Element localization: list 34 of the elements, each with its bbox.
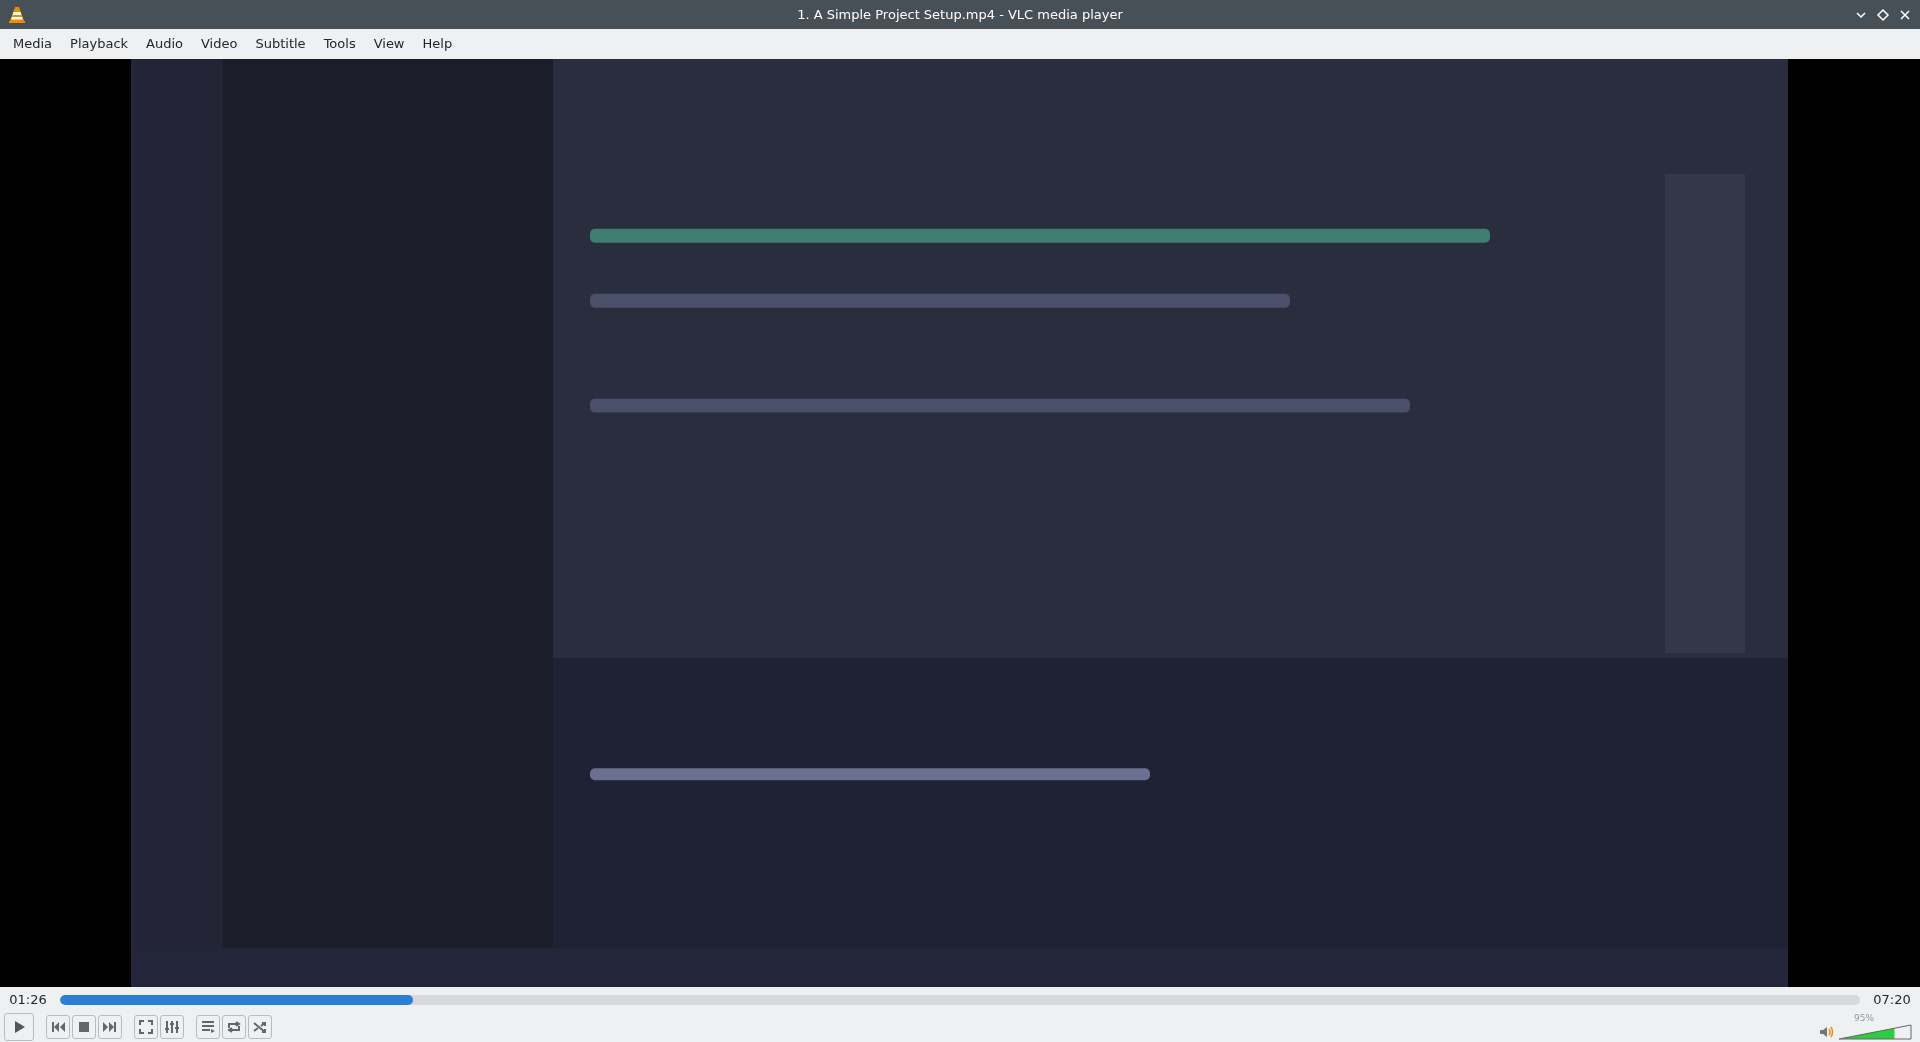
stop-button[interactable] <box>72 1015 96 1039</box>
shuffle-icon <box>252 1019 268 1035</box>
menu-item[interactable]: Playback <box>61 34 138 54</box>
menu-item[interactable]: Subtitle <box>246 34 315 54</box>
menu-item[interactable]: Video <box>192 34 247 54</box>
stop-icon <box>76 1019 92 1035</box>
shuffle-button[interactable] <box>248 1015 272 1039</box>
total-time: 07:20 <box>1872 990 1912 1009</box>
playlist-button[interactable] <box>196 1015 220 1039</box>
loop-icon <box>226 1019 242 1035</box>
playlist-icon <box>200 1019 216 1035</box>
volume-reading: 95% <box>1854 1014 1874 1023</box>
close-icon[interactable] <box>1898 7 1912 22</box>
menu-item[interactable]: Media <box>4 34 62 54</box>
previous-icon <box>50 1019 66 1035</box>
window-title: 1. A Simple Project Setup.mp4 - VLC media player <box>796 5 1124 24</box>
fullscreen-button[interactable] <box>134 1015 158 1039</box>
menu-item[interactable]: Audio <box>137 34 192 54</box>
seek-bar[interactable] <box>60 994 1860 1005</box>
loop-button[interactable] <box>222 1015 246 1039</box>
speaker-icon[interactable] <box>1818 1024 1834 1040</box>
play-button[interactable] <box>4 1013 34 1041</box>
menu-item[interactable]: Tools <box>314 34 365 54</box>
next-icon <box>102 1019 118 1035</box>
next-button[interactable] <box>98 1015 122 1039</box>
equalizer-icon <box>164 1019 180 1035</box>
cone-icon <box>8 5 26 24</box>
elapsed-time: 01:26 <box>8 990 48 1009</box>
maximize-icon[interactable] <box>1876 7 1890 22</box>
equalizer-button[interactable] <box>160 1015 184 1039</box>
previous-button[interactable] <box>46 1015 70 1039</box>
fullscreen-icon <box>138 1019 154 1035</box>
menu-item[interactable]: Help <box>413 34 462 54</box>
menu-item[interactable]: View <box>364 34 414 54</box>
